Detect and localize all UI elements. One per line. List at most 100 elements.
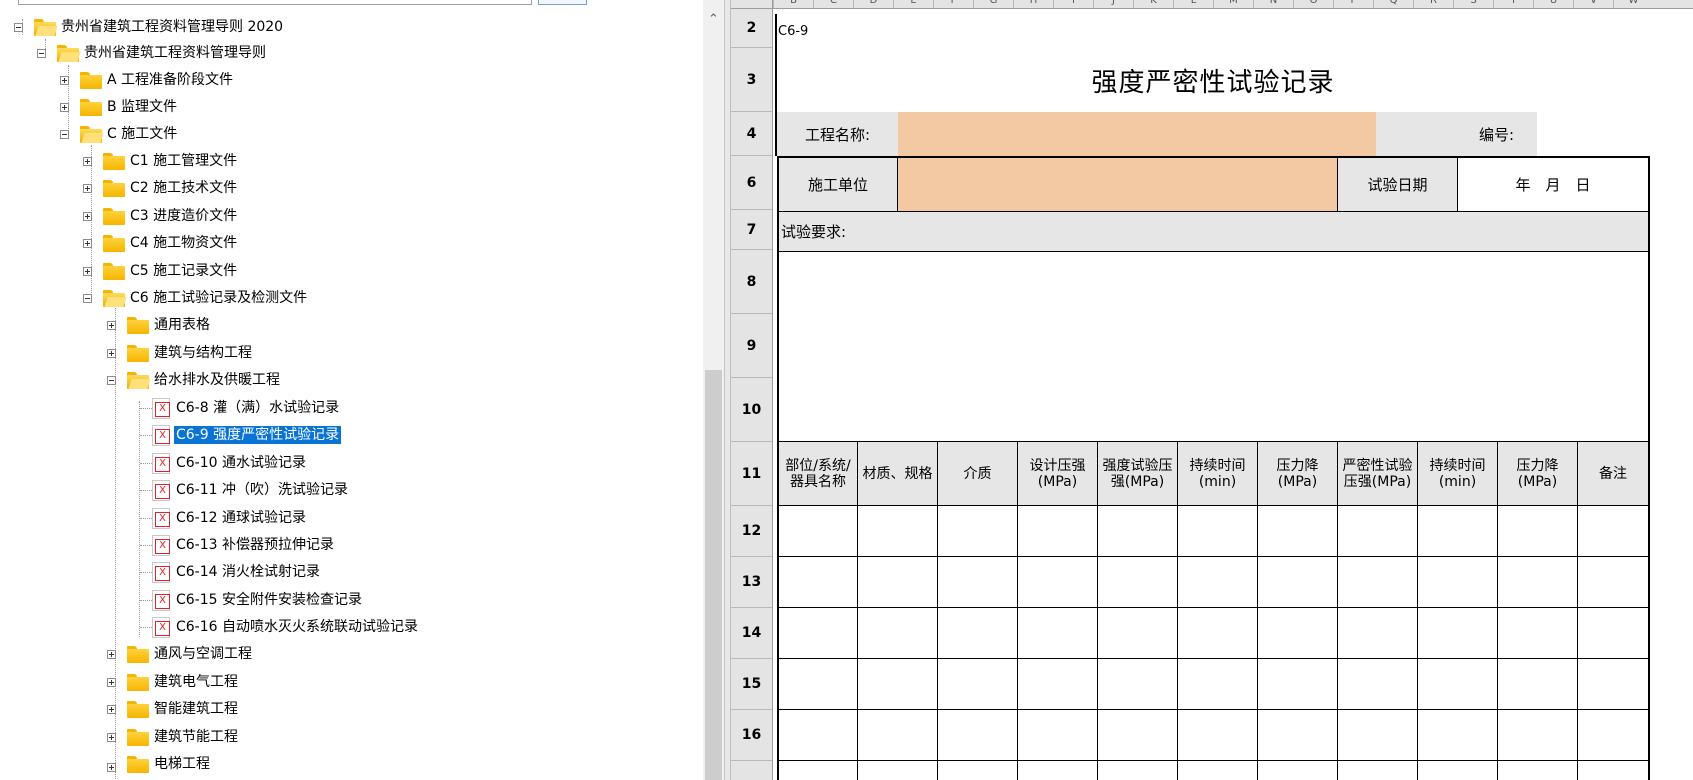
table-header-cell[interactable]: 严密性试验压强(MPa) — [1338, 442, 1418, 506]
table-cell[interactable] — [1338, 761, 1418, 780]
expand-toggle-icon[interactable] — [83, 212, 92, 221]
sheet-corner[interactable] — [731, 0, 773, 9]
table-cell[interactable] — [1178, 761, 1258, 780]
table-cell[interactable] — [779, 710, 858, 761]
tree-node-c6[interactable]: C6 施工试验记录及检测文件 — [83, 285, 309, 311]
table-cell[interactable] — [1178, 506, 1258, 557]
column-header-o[interactable]: O — [1293, 0, 1333, 8]
table-cell[interactable] — [1258, 608, 1338, 659]
tree-node-elevator[interactable]: 电梯工程 — [107, 751, 212, 777]
table-cell[interactable] — [1018, 506, 1098, 557]
table-cell[interactable] — [1578, 608, 1648, 659]
column-header-g[interactable]: G — [973, 0, 1013, 8]
tree-node-c1[interactable]: C1 施工管理文件 — [83, 148, 239, 174]
table-cell[interactable] — [938, 761, 1018, 780]
row-header-11[interactable]: 11 — [731, 442, 772, 506]
table-cell[interactable] — [1018, 608, 1098, 659]
table-cell[interactable] — [1098, 557, 1178, 608]
table-cell[interactable] — [938, 608, 1018, 659]
column-header-v[interactable]: V — [1573, 0, 1613, 8]
table-cell[interactable] — [1418, 506, 1498, 557]
table-cell[interactable] — [1178, 710, 1258, 761]
tree-file-c6-9[interactable]: C6-9 强度严密性试验记录 — [152, 422, 343, 448]
blank-cell[interactable] — [1376, 112, 1456, 156]
column-header-q[interactable]: Q — [1373, 0, 1413, 8]
tree-node-root[interactable]: 贵州省建筑工程资料管理导则 2020 — [14, 14, 285, 40]
row-header-12[interactable]: 12 — [731, 506, 772, 557]
table-cell[interactable] — [779, 761, 858, 780]
column-header-n[interactable]: N — [1253, 0, 1293, 8]
table-cell[interactable] — [1178, 557, 1258, 608]
column-header-w[interactable]: W — [1613, 0, 1653, 8]
form-title-cell[interactable]: 强度严密性试验记录 — [775, 48, 1649, 112]
table-header-cell[interactable]: 持续时间(min) — [1418, 442, 1498, 506]
row-header-13[interactable]: 13 — [731, 557, 772, 608]
tree-node-a[interactable]: A 工程准备阶段文件 — [60, 67, 235, 93]
column-header-p[interactable]: P — [1333, 0, 1373, 8]
tree-file-c6-11[interactable]: C6-11 冲（吹）洗试验记录 — [152, 477, 350, 503]
tree-node-hvac[interactable]: 通风与空调工程 — [107, 641, 254, 667]
table-cell[interactable] — [938, 710, 1018, 761]
table-cell[interactable] — [1098, 761, 1178, 780]
row-header-2[interactable]: 2 — [731, 9, 772, 48]
tree-node-c[interactable]: C 施工文件 — [60, 121, 179, 147]
row-header-15[interactable]: 15 — [731, 659, 772, 710]
row-header-16[interactable]: 16 — [731, 710, 772, 761]
column-header-h[interactable]: H — [1013, 0, 1053, 8]
number-field[interactable] — [1537, 112, 1649, 156]
tree-file-c6-10[interactable]: C6-10 通水试验记录 — [152, 450, 308, 476]
table-cell[interactable] — [1498, 506, 1578, 557]
collapse-toggle-icon[interactable] — [37, 49, 46, 58]
collapse-toggle-icon[interactable] — [107, 376, 116, 385]
tree-node-plumbing[interactable]: 给水排水及供暖工程 — [107, 367, 282, 393]
panel-splitter[interactable] — [724, 0, 731, 780]
table-cell[interactable] — [1098, 710, 1178, 761]
column-header-f[interactable]: F — [933, 0, 973, 8]
table-cell[interactable] — [1498, 710, 1578, 761]
table-cell[interactable] — [1498, 761, 1578, 780]
expand-toggle-icon[interactable] — [107, 763, 116, 772]
table-cell[interactable] — [1338, 557, 1418, 608]
tree-node-c3[interactable]: C3 进度造价文件 — [83, 203, 239, 229]
row-header-7[interactable]: 7 — [731, 210, 772, 250]
table-cell[interactable] — [1338, 659, 1418, 710]
table-cell[interactable] — [1178, 608, 1258, 659]
tree-node-b[interactable]: B 监理文件 — [60, 94, 179, 120]
table-cell[interactable] — [1258, 506, 1338, 557]
table-cell[interactable] — [1418, 557, 1498, 608]
row-header-6[interactable]: 6 — [731, 156, 772, 210]
table-cell[interactable] — [858, 506, 938, 557]
table-cell[interactable] — [1418, 710, 1498, 761]
table-cell[interactable] — [1018, 659, 1098, 710]
table-header-cell[interactable]: 压力降(MPa) — [1498, 442, 1578, 506]
table-cell[interactable] — [1098, 659, 1178, 710]
table-cell[interactable] — [1018, 557, 1098, 608]
table-cell[interactable] — [1338, 608, 1418, 659]
tree-node-elec[interactable]: 建筑电气工程 — [107, 669, 240, 695]
column-header-t[interactable]: T — [1493, 0, 1533, 8]
table-cell[interactable] — [1258, 761, 1338, 780]
column-header-c[interactable]: C — [813, 0, 853, 8]
row-header-14[interactable]: 14 — [731, 608, 772, 659]
table-cell[interactable] — [1098, 608, 1178, 659]
table-cell[interactable] — [1258, 557, 1338, 608]
tree-file-c6-13[interactable]: C6-13 补偿器预拉伸记录 — [152, 532, 336, 558]
table-cell[interactable] — [779, 557, 858, 608]
table-header-cell[interactable]: 压力降(MPa) — [1258, 442, 1338, 506]
requirements-field[interactable] — [779, 252, 1648, 442]
search-input[interactable] — [18, 0, 532, 5]
table-header-cell[interactable]: 强度试验压强(MPa) — [1098, 442, 1178, 506]
expand-toggle-icon[interactable] — [83, 239, 92, 248]
expand-toggle-icon[interactable] — [83, 267, 92, 276]
table-cell[interactable] — [858, 710, 938, 761]
table-cell[interactable] — [1578, 506, 1648, 557]
table-cell[interactable] — [1258, 710, 1338, 761]
table-cell[interactable] — [938, 557, 1018, 608]
tree-node-arch[interactable]: 建筑与结构工程 — [107, 340, 254, 366]
form-code[interactable]: C6-9 — [776, 14, 888, 48]
table-cell[interactable] — [779, 608, 858, 659]
table-cell[interactable] — [858, 659, 938, 710]
table-cell[interactable] — [858, 557, 938, 608]
tree-node-smart[interactable]: 智能建筑工程 — [107, 696, 240, 722]
tree-node-general[interactable]: 通用表格 — [107, 312, 212, 338]
